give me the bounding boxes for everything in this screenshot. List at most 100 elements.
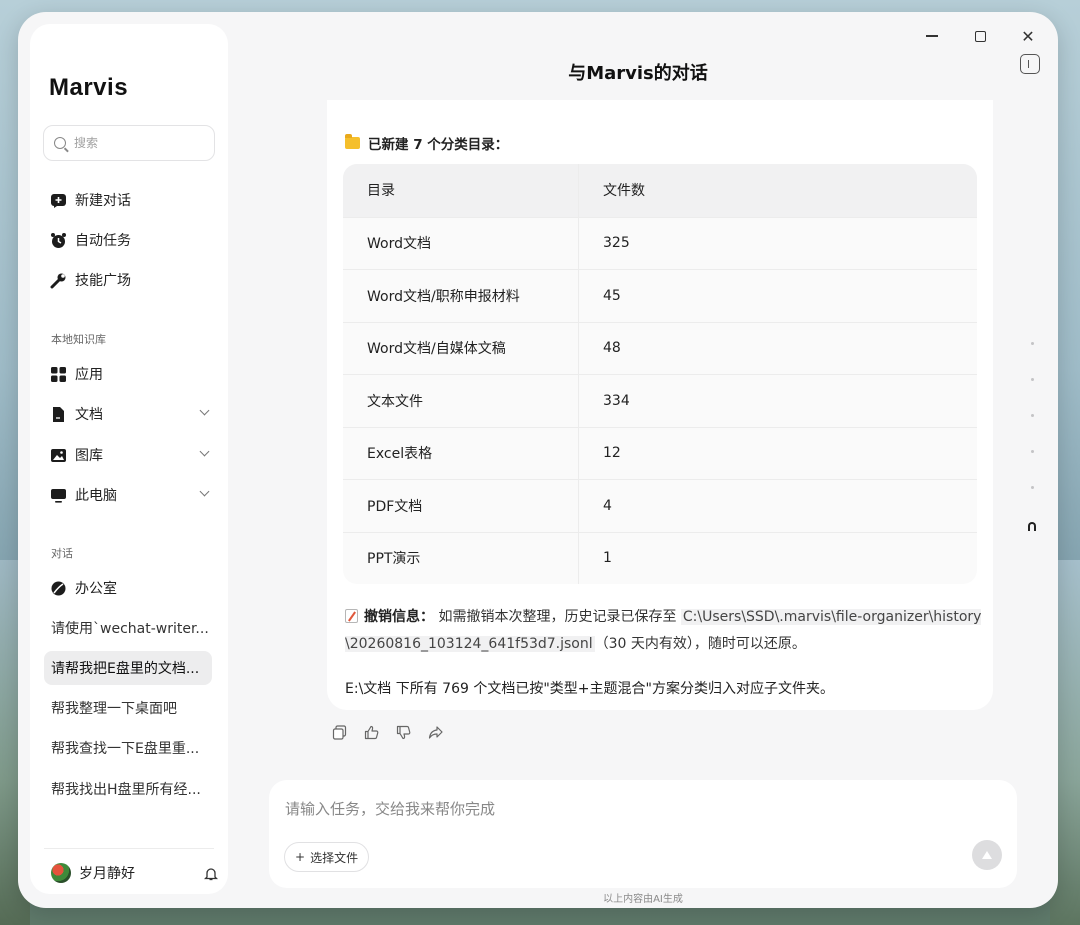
undo-text: 如需撤销本次整理，历史记录已保存至 [438, 609, 677, 625]
table-cell: Word文档/职称申报材料 [343, 270, 579, 322]
table-row: PDF文档 4 [343, 479, 977, 532]
table-cell: 1 [603, 550, 612, 567]
maximize-icon[interactable] [970, 26, 990, 46]
send-button[interactable] [972, 840, 1002, 870]
sidebar-item-label: 此电脑 [75, 488, 117, 504]
conversation-label: 办公室 [75, 581, 117, 597]
leaf-icon [50, 580, 67, 597]
created-heading: 已新建 7 个分类目录： [345, 133, 508, 153]
message-actions [332, 725, 443, 740]
table-cell: Word文档 [343, 217, 579, 269]
share-icon[interactable] [428, 725, 443, 740]
sidebar-item-documents[interactable]: 文档 [38, 397, 220, 431]
sidebar-item-skills[interactable]: 技能广场 [38, 263, 220, 297]
table-cell: 45 [603, 287, 621, 304]
section-label-knowledge-base: 本地知识库 [51, 333, 106, 346]
table-row: Word文档/自媒体文稿 48 [343, 321, 977, 374]
sidebar-item-new-chat[interactable]: 新建对话 [38, 183, 220, 217]
scroll-dot[interactable] [1030, 342, 1034, 345]
sidebar-item-label: 技能广场 [75, 273, 131, 289]
summary-text: E:\文档 下所有 769 个文档已按"类型+主题混合"方案分类归入对应子文件夹… [345, 681, 834, 697]
scroll-navigator [1028, 342, 1036, 531]
document-icon [50, 406, 67, 423]
app-window: ✕ Marvis 新建对话 自动任务 技能广场 本地知识库 [18, 12, 1058, 908]
avatar [51, 863, 71, 883]
undo-label: 撤销信息： [364, 609, 434, 625]
scroll-dot[interactable] [1030, 486, 1034, 489]
sidebar-item-label: 图库 [75, 448, 103, 464]
scroll-dot[interactable] [1030, 378, 1034, 381]
table-cell: 文本文件 [343, 375, 579, 427]
table-row: Word文档 325 [343, 216, 977, 269]
sidebar-item-label: 自动任务 [75, 233, 131, 249]
new-chat-icon [50, 192, 67, 209]
sidebar-item-apps[interactable]: 应用 [38, 357, 220, 391]
sidebar: Marvis 新建对话 自动任务 技能广场 本地知识库 [30, 24, 228, 894]
table-row: Word文档/职称申报材料 45 [343, 269, 977, 322]
copy-icon[interactable] [332, 725, 347, 740]
table-row: PPT演示 1 [343, 531, 977, 584]
page-title: 与Marvis的对话 [568, 63, 708, 84]
sidebar-divider [44, 848, 214, 849]
sidebar-item-gallery[interactable]: 图库 [38, 438, 220, 472]
close-icon[interactable]: ✕ [1018, 26, 1038, 46]
conversation-item[interactable]: 帮我找出H盘里所有经... [44, 772, 212, 806]
window-controls: ✕ [922, 26, 1038, 46]
table-cell: Excel表格 [343, 427, 579, 479]
table-cell: PDF文档 [343, 480, 579, 532]
ai-disclaimer: 以上内容由AI生成 [603, 894, 683, 905]
created-heading-text: 已新建 7 个分类目录： [368, 137, 509, 153]
magnet-icon[interactable] [1028, 522, 1036, 531]
table-cell: 4 [603, 497, 612, 514]
sidebar-item-label: 文档 [75, 407, 103, 423]
wrench-icon [50, 272, 67, 289]
assistant-message: 已新建 7 个分类目录： 目录 文件数 Word文档 325 Word文档/职称… [327, 100, 993, 710]
bell-icon[interactable] [204, 866, 218, 881]
folder-icon [345, 134, 360, 149]
scroll-dot[interactable] [1030, 450, 1034, 453]
sidebar-item-auto-task[interactable]: 自动任务 [38, 223, 220, 257]
plus-icon: + [295, 850, 306, 864]
search-icon [54, 137, 66, 149]
user-name: 岁月静好 [79, 866, 135, 882]
thumbs-up-icon[interactable] [364, 725, 379, 740]
conversation-item[interactable]: 请使用`wechat-writer... [44, 611, 212, 645]
undo-text: （30 天内有效），随时可以还原。 [594, 636, 806, 652]
table-cell: Word文档/自媒体文稿 [343, 322, 579, 374]
task-input[interactable] [285, 798, 975, 822]
conversation-item[interactable]: 帮我查找一下E盘里重... [44, 731, 212, 765]
table-header: 目录 [343, 164, 579, 217]
conversation-item-active[interactable]: 请帮我把E盘里的文档... [44, 651, 212, 685]
section-label-conversations: 对话 [51, 547, 73, 560]
scroll-dot[interactable] [1030, 414, 1034, 417]
chevron-down-icon[interactable] [199, 405, 210, 416]
search-input[interactable] [74, 136, 204, 150]
composer: + 选择文件 [269, 780, 1017, 888]
sidebar-item-this-pc[interactable]: 此电脑 [38, 478, 220, 512]
table-cell: 325 [603, 235, 630, 252]
choose-file-button[interactable]: + 选择文件 [284, 842, 370, 872]
table-cell: 48 [603, 340, 621, 357]
choose-file-label: 选择文件 [310, 850, 359, 865]
panel-toggle-icon[interactable] [1020, 54, 1040, 74]
sidebar-item-label: 应用 [75, 367, 103, 383]
alarm-clock-icon [50, 232, 67, 249]
apps-grid-icon [50, 366, 67, 383]
minimize-icon[interactable] [922, 26, 942, 46]
monitor-icon [50, 487, 67, 504]
user-profile[interactable]: 岁月静好 [51, 863, 135, 883]
search-box[interactable] [43, 125, 215, 161]
thumbs-down-icon[interactable] [396, 725, 411, 740]
table-cell: 12 [603, 445, 621, 462]
chevron-down-icon[interactable] [199, 486, 210, 497]
undo-info: 撤销信息： 如需撤销本次整理，历史记录已保存至 C:\Users\SSD\.ma… [345, 604, 985, 658]
sidebar-item-label: 新建对话 [75, 193, 131, 209]
arrow-up-icon [982, 851, 992, 859]
table-cell: PPT演示 [343, 532, 579, 584]
image-icon [50, 447, 67, 464]
table-row: 文本文件 334 [343, 374, 977, 427]
conversation-item-office[interactable]: 办公室 [38, 571, 220, 605]
memo-icon [345, 609, 358, 623]
chevron-down-icon[interactable] [199, 446, 210, 457]
conversation-item[interactable]: 帮我整理一下桌面吧 [44, 691, 212, 725]
